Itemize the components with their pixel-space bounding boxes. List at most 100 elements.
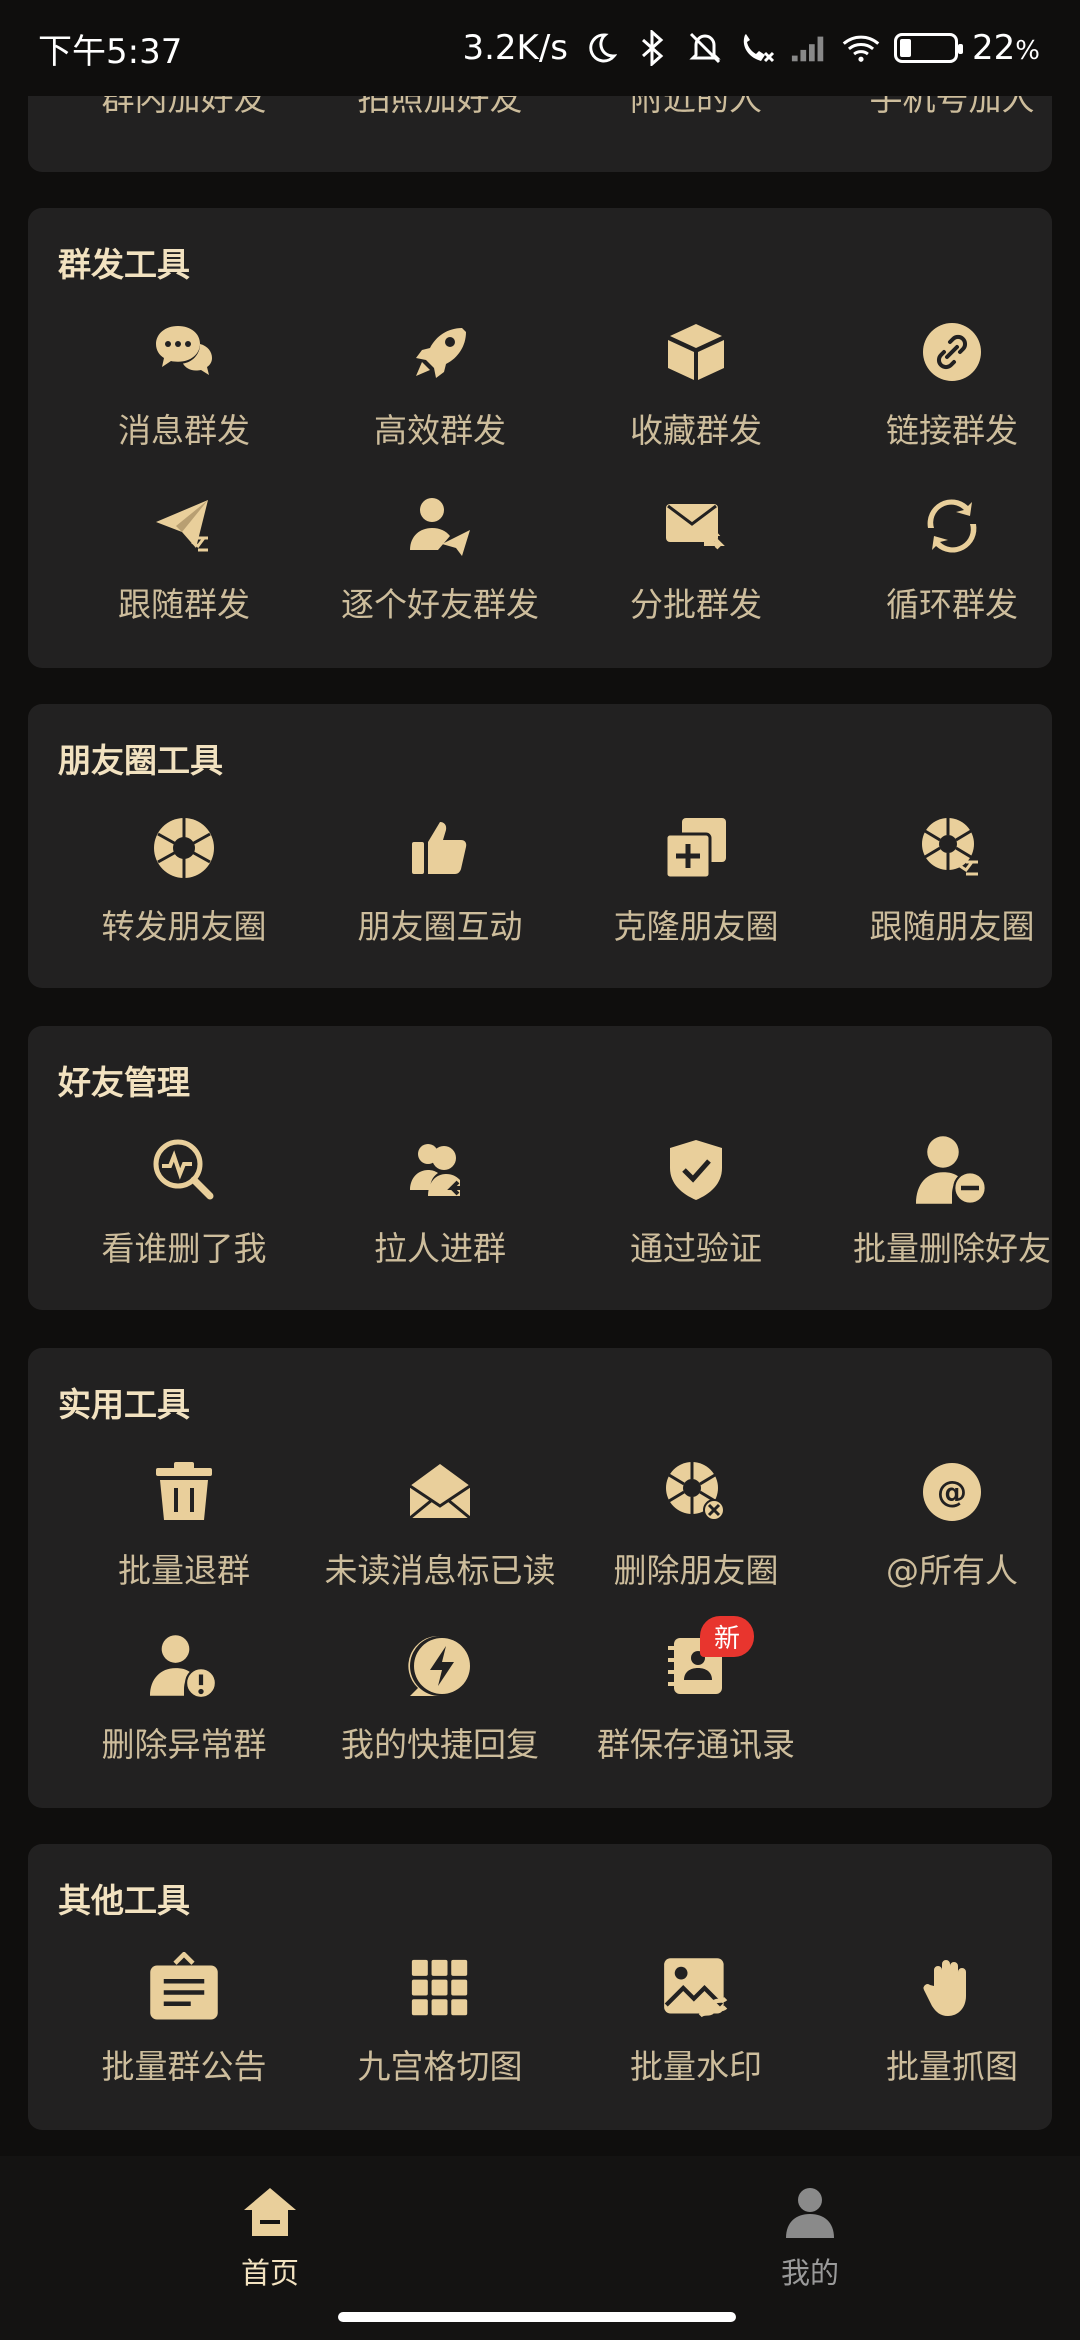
link-icon xyxy=(916,316,988,388)
tool-batch-grab-images[interactable]: 批量抓图 xyxy=(824,1952,1080,2112)
moon-icon xyxy=(582,29,620,67)
home-icon xyxy=(242,2186,298,2242)
section-mass-send: 群发工具 消息群发 高效群发 收藏群发 链接群发 跟随群发 逐个好友群发 分批群… xyxy=(28,208,1052,668)
thumbs-up-icon xyxy=(404,812,476,884)
status-time: 下午5:37 xyxy=(38,31,183,72)
trash-icon xyxy=(148,1456,220,1528)
status-bar: 下午5:37 3.2K/s 22% xyxy=(0,0,1080,96)
notice-board-icon xyxy=(148,1952,220,2024)
tool-label: 跟随朋友圈 xyxy=(869,907,1035,946)
battery-icon xyxy=(894,33,964,63)
contacts-book-icon: 新 xyxy=(660,1616,755,1702)
tool-label: 看谁删了我 xyxy=(101,1229,267,1268)
tool-label: 逐个好友群发 xyxy=(341,585,539,624)
tool-label: 九宫格切图 xyxy=(357,2047,523,2086)
tool-link-broadcast[interactable]: 链接群发 xyxy=(824,316,1080,476)
user-warning-icon xyxy=(148,1630,220,1702)
section-moments: 朋友圈工具 转发朋友圈 朋友圈互动 克隆朋友圈 跟随朋友圈 xyxy=(28,704,1052,988)
tool-label: 克隆朋友圈 xyxy=(613,907,779,946)
tool-friend-by-friend[interactable]: 逐个好友群发 xyxy=(312,490,568,650)
section-utilities: 实用工具 批量退群 未读消息标已读 删除朋友圈 @ @所有人 删除异常群 我的快… xyxy=(28,1348,1052,1808)
tool-label: 未读消息标已读 xyxy=(324,1551,556,1590)
section-other-tools: 其他工具 批量群公告 九宫格切图 批量水印 批量抓图 xyxy=(28,1844,1052,2130)
call-icon xyxy=(738,29,776,67)
person-icon xyxy=(784,2186,836,2242)
battery-level: 22% xyxy=(972,28,1040,68)
tool-favorites-broadcast[interactable]: 收藏群发 xyxy=(568,316,824,476)
tool-invite-to-group[interactable]: 拉人进群 xyxy=(312,1134,568,1294)
tool-label: 删除异常群 xyxy=(101,1725,267,1764)
rocket-icon xyxy=(404,316,476,388)
tool-pass-verification[interactable]: 通过验证 xyxy=(568,1134,824,1294)
hand-grab-icon xyxy=(916,1952,988,2024)
section-title: 群发工具 xyxy=(58,245,190,284)
aperture-delete-icon xyxy=(660,1456,732,1528)
tool-moments-interact[interactable]: 朋友圈互动 xyxy=(312,812,568,972)
tool-nine-grid-cut[interactable]: 九宫格切图 xyxy=(312,1952,568,2112)
tool-mention-all[interactable]: @ @所有人 xyxy=(824,1456,1080,1616)
tool-forward-moments[interactable]: 转发朋友圈 xyxy=(56,812,312,972)
tool-delete-abnormal-groups[interactable]: 删除异常群 xyxy=(56,1630,312,1790)
tool-batch-watermark[interactable]: 批量水印 xyxy=(568,1952,824,2112)
battery-fill xyxy=(900,39,912,57)
search-pulse-icon xyxy=(148,1134,220,1206)
home-indicator[interactable] xyxy=(338,2312,736,2322)
lightning-bubble-icon xyxy=(404,1630,476,1702)
tool-label: 批量退群 xyxy=(118,1551,250,1590)
section-title: 实用工具 xyxy=(58,1385,190,1424)
grid-icon xyxy=(404,1952,476,2024)
box-icon xyxy=(660,316,732,388)
chat-bubbles-icon xyxy=(148,316,220,388)
tool-label: 批量群公告 xyxy=(101,2047,267,2086)
at-icon: @ xyxy=(916,1456,988,1528)
tool-loop-broadcast[interactable]: 循环群发 xyxy=(824,490,1080,650)
image-watermark-icon xyxy=(660,1952,732,2024)
clone-icon xyxy=(660,812,732,884)
tool-label: 分批群发 xyxy=(630,585,762,624)
tool-label: 跟随群发 xyxy=(118,585,250,624)
bluetooth-icon xyxy=(634,29,672,67)
section-title: 朋友圈工具 xyxy=(58,741,223,780)
section-title: 其他工具 xyxy=(58,1881,190,1920)
tool-label: 删除朋友圈 xyxy=(613,1551,779,1590)
mail-forward-icon xyxy=(660,490,732,562)
tool-label: 收藏群发 xyxy=(630,411,762,450)
tool-label: 朋友圈互动 xyxy=(357,907,523,946)
tool-mark-unread-read[interactable]: 未读消息标已读 xyxy=(312,1456,568,1616)
tool-label: 我的快捷回复 xyxy=(341,1725,539,1764)
tool-batch-leave-groups[interactable]: 批量退群 xyxy=(56,1456,312,1616)
tool-label: 高效群发 xyxy=(374,411,506,450)
signal-icon xyxy=(790,29,828,67)
tool-clone-moments[interactable]: 克隆朋友圈 xyxy=(568,812,824,972)
tool-label: 消息群发 xyxy=(118,411,250,450)
tool-follow-moments[interactable]: 跟随朋友圈 xyxy=(824,812,1080,972)
user-send-icon xyxy=(404,490,476,562)
envelope-icon xyxy=(404,1456,476,1528)
tool-quick-replies[interactable]: 我的快捷回复 xyxy=(312,1630,568,1790)
new-badge: 新 xyxy=(700,1616,755,1657)
tool-label: 批量抓图 xyxy=(886,2047,1018,2086)
scroll-content[interactable]: 群内加好友 拍照加好友 附近的人 手机号加人 群发工具 消息群发 高效群发 收藏… xyxy=(0,0,1080,2156)
status-icons: 3.2K/s 22% xyxy=(462,28,1040,68)
aperture-shuffle-icon xyxy=(916,812,988,884)
tool-delete-moments[interactable]: 删除朋友圈 xyxy=(568,1456,824,1616)
section-friend-management: 好友管理 看谁删了我 拉人进群 通过验证 批量删除好友 xyxy=(28,1026,1052,1310)
tool-message-broadcast[interactable]: 消息群发 xyxy=(56,316,312,476)
nav-label: 我的 xyxy=(780,2256,839,2290)
nav-home[interactable]: 首页 xyxy=(170,2186,370,2292)
paper-plane-shuffle-icon xyxy=(148,490,220,562)
shield-check-icon xyxy=(660,1134,732,1206)
tool-follow-broadcast[interactable]: 跟随群发 xyxy=(56,490,312,650)
tool-label: 循环群发 xyxy=(886,585,1018,624)
tool-batch-broadcast[interactable]: 分批群发 xyxy=(568,490,824,650)
tool-batch-group-notice[interactable]: 批量群公告 xyxy=(56,1952,312,2112)
tool-who-deleted-me[interactable]: 看谁删了我 xyxy=(56,1134,312,1294)
users-add-icon xyxy=(404,1134,476,1206)
tool-label: 批量水印 xyxy=(630,2047,762,2086)
tool-efficient-broadcast[interactable]: 高效群发 xyxy=(312,316,568,476)
user-remove-icon xyxy=(916,1134,988,1206)
nav-mine[interactable]: 我的 xyxy=(710,2186,910,2292)
section-title: 好友管理 xyxy=(58,1063,190,1102)
tool-batch-delete-friends[interactable]: 批量删除好友 xyxy=(824,1134,1080,1294)
tool-save-group-contacts[interactable]: 新 群保存通讯录 xyxy=(568,1616,824,1790)
